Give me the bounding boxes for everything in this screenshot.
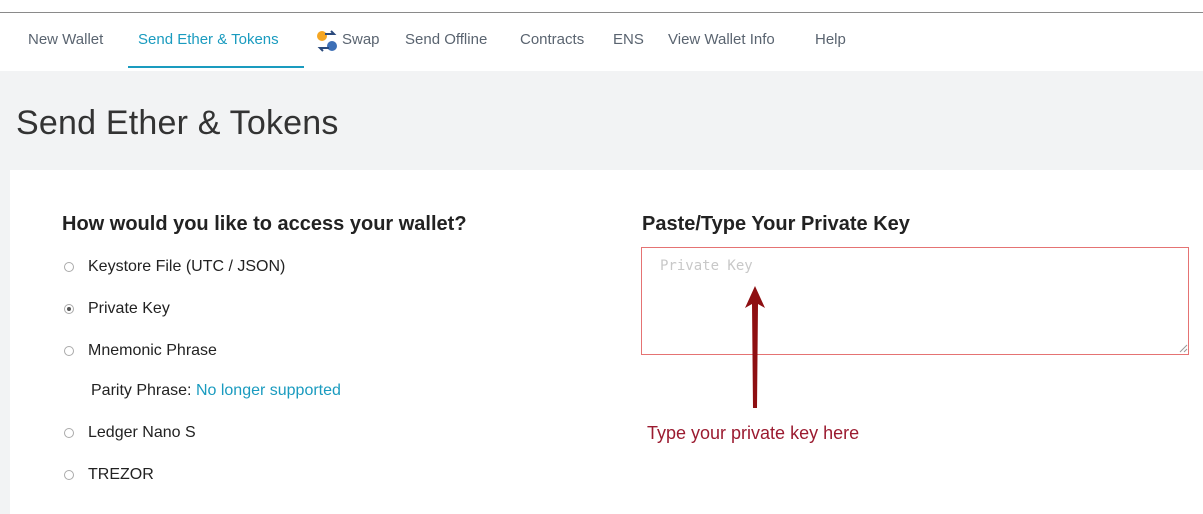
page-title: Send Ether & Tokens <box>16 104 339 142</box>
option-private-key-label: Private Key <box>88 300 170 317</box>
nav-send-offline[interactable]: Send Offline <box>405 31 487 48</box>
access-heading: How would you like to access your wallet… <box>62 213 467 235</box>
option-keystore-file-label: Keystore File (UTC / JSON) <box>88 258 286 275</box>
radio-keystore-file[interactable] <box>64 262 74 272</box>
nav-help[interactable]: Help <box>815 31 846 48</box>
nav-active-indicator <box>128 66 304 68</box>
option-trezor-label: TREZOR <box>88 466 154 483</box>
option-ledger-nano-s[interactable]: Ledger Nano S <box>64 424 196 442</box>
nav-ens[interactable]: ENS <box>613 31 644 48</box>
radio-ledger-nano-s[interactable] <box>64 428 74 438</box>
option-mnemonic-phrase[interactable]: Mnemonic Phrase <box>64 342 217 360</box>
option-trezor[interactable]: TREZOR <box>64 466 154 484</box>
private-key-heading: Paste/Type Your Private Key <box>642 213 910 235</box>
option-mnemonic-phrase-label: Mnemonic Phrase <box>88 342 217 359</box>
parity-phrase-label: Parity Phrase: <box>91 382 192 399</box>
nav-contracts[interactable]: Contracts <box>520 31 584 48</box>
nav-send-ether-tokens[interactable]: Send Ether & Tokens <box>138 31 279 48</box>
radio-trezor[interactable] <box>64 470 74 480</box>
nav-new-wallet[interactable]: New Wallet <box>28 31 103 48</box>
radio-mnemonic-phrase[interactable] <box>64 346 74 356</box>
swap-icon[interactable] <box>316 30 338 52</box>
parity-phrase-link[interactable]: No longer supported <box>196 382 341 399</box>
private-key-input[interactable] <box>641 247 1189 355</box>
annotation-text: Type your private key here <box>647 423 860 443</box>
parity-phrase-note: Parity Phrase: No longer supported <box>91 382 341 400</box>
option-private-key[interactable]: Private Key <box>64 300 170 318</box>
nav-swap[interactable]: Swap <box>342 31 380 48</box>
radio-private-key[interactable] <box>64 304 74 314</box>
annotation-arrow-icon <box>745 286 765 408</box>
resize-handle-icon[interactable] <box>1178 343 1188 353</box>
main-nav: New Wallet Send Ether & Tokens Swap Send… <box>0 13 1203 71</box>
top-border <box>0 0 1203 13</box>
option-ledger-nano-s-label: Ledger Nano S <box>88 424 196 441</box>
nav-view-wallet-info[interactable]: View Wallet Info <box>668 31 775 48</box>
option-keystore-file[interactable]: Keystore File (UTC / JSON) <box>64 258 285 276</box>
